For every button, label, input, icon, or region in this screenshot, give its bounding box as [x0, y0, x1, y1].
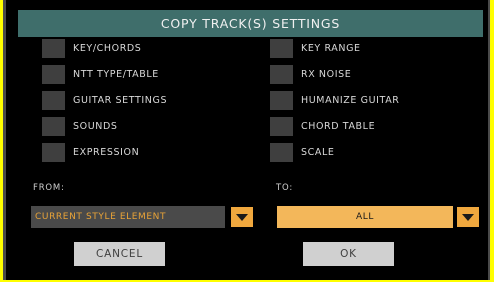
option-label: EXPRESSION: [73, 146, 140, 158]
triangle-down-icon: [462, 213, 474, 221]
option-label: SCALE: [301, 146, 335, 158]
option-key-chords[interactable]: KEY/CHORDS: [42, 38, 141, 58]
option-guitar-settings[interactable]: GUITAR SETTINGS: [42, 90, 167, 110]
option-chord-table[interactable]: CHORD TABLE: [270, 116, 375, 136]
to-label: TO:: [276, 183, 293, 193]
copy-track-settings-dialog: COPY TRACK(S) SETTINGS KEY/CHORDS NTT TY…: [3, 0, 490, 280]
option-label: KEY/CHORDS: [73, 42, 142, 54]
option-label: HUMANIZE GUITAR: [301, 94, 400, 106]
checkbox[interactable]: [42, 90, 65, 110]
option-label: RX NOISE: [301, 68, 352, 80]
ok-button[interactable]: OK: [303, 242, 394, 266]
option-ntt-type-table[interactable]: NTT TYPE/TABLE: [42, 64, 159, 84]
option-rx-noise[interactable]: RX NOISE: [270, 64, 351, 84]
checkbox[interactable]: [42, 142, 65, 162]
checkbox[interactable]: [270, 38, 293, 58]
checkbox[interactable]: [270, 64, 293, 84]
option-label: NTT TYPE/TABLE: [73, 68, 159, 80]
to-dropdown-button[interactable]: [457, 207, 479, 227]
checkbox[interactable]: [42, 116, 65, 136]
option-expression[interactable]: EXPRESSION: [42, 142, 139, 162]
option-humanize-guitar[interactable]: HUMANIZE GUITAR: [270, 90, 400, 110]
cancel-button[interactable]: CANCEL: [74, 242, 165, 266]
option-label: GUITAR SETTINGS: [73, 94, 168, 106]
checkbox[interactable]: [42, 64, 65, 84]
option-label: CHORD TABLE: [301, 120, 376, 132]
checkbox[interactable]: [42, 38, 65, 58]
triangle-down-icon: [236, 213, 248, 221]
checkbox[interactable]: [270, 116, 293, 136]
from-select[interactable]: CURRENT STYLE ELEMENT: [31, 206, 225, 228]
option-scale[interactable]: SCALE: [270, 142, 334, 162]
checkbox[interactable]: [270, 90, 293, 110]
option-key-range[interactable]: KEY RANGE: [270, 38, 361, 58]
option-label: KEY RANGE: [301, 42, 361, 54]
dialog-title: COPY TRACK(S) SETTINGS: [18, 10, 483, 37]
option-sounds[interactable]: SOUNDS: [42, 116, 118, 136]
from-dropdown-button[interactable]: [231, 207, 253, 227]
to-select[interactable]: ALL: [277, 206, 453, 228]
checkbox[interactable]: [270, 142, 293, 162]
option-label: SOUNDS: [73, 120, 118, 132]
from-label: FROM:: [33, 183, 65, 193]
